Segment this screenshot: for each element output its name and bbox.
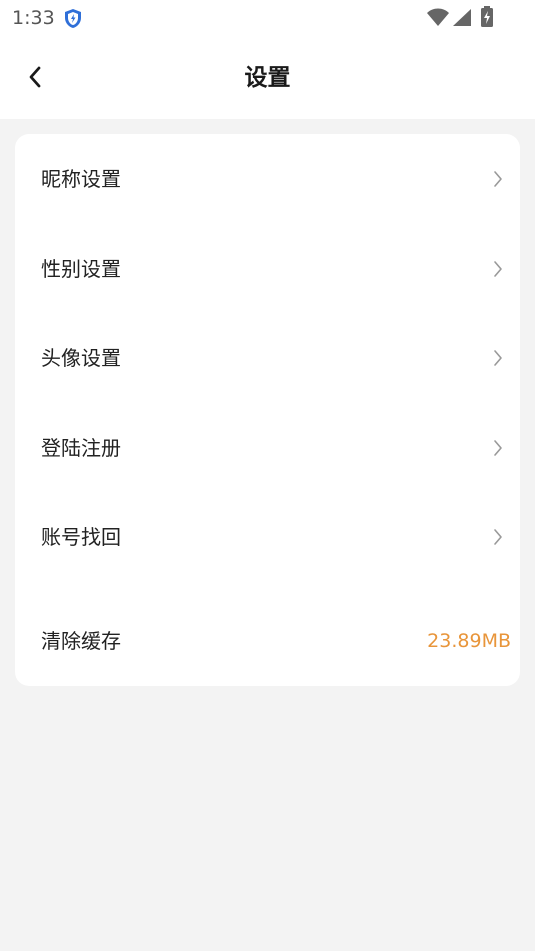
chevron-right-icon	[494, 529, 502, 545]
row-label: 账号找回	[41, 525, 121, 549]
chevron-right-icon	[494, 350, 502, 366]
row-label: 性别设置	[41, 257, 121, 281]
row-label: 清除缓存	[41, 629, 121, 653]
row-label: 头像设置	[41, 346, 121, 370]
gender-setting-row[interactable]: 性别设置	[15, 224, 520, 314]
row-label: 登陆注册	[41, 436, 121, 460]
wifi-icon	[427, 8, 449, 26]
login-register-row[interactable]: 登陆注册	[15, 403, 520, 493]
nickname-setting-row[interactable]: 昵称设置	[15, 134, 520, 224]
chevron-right-icon	[494, 171, 502, 187]
chevron-right-icon	[494, 261, 502, 277]
settings-card: 昵称设置 性别设置 头像设置 登陆注册 账号找回 清除缓存 23.89MB	[15, 134, 520, 686]
avatar-setting-row[interactable]: 头像设置	[15, 313, 520, 403]
row-label: 昵称设置	[41, 167, 121, 191]
clear-cache-row[interactable]: 清除缓存 23.89MB	[15, 596, 520, 686]
page-title: 设置	[244, 65, 291, 91]
status-time: 1:33	[12, 7, 55, 29]
account-recovery-row[interactable]: 账号找回	[15, 492, 520, 582]
chevron-right-icon	[494, 440, 502, 456]
top-bar: 1:33 设置	[0, 0, 535, 119]
cache-size-value: 23.89MB	[427, 630, 511, 652]
shield-icon	[65, 9, 81, 28]
battery-icon	[481, 6, 493, 27]
signal-icon	[453, 9, 471, 26]
